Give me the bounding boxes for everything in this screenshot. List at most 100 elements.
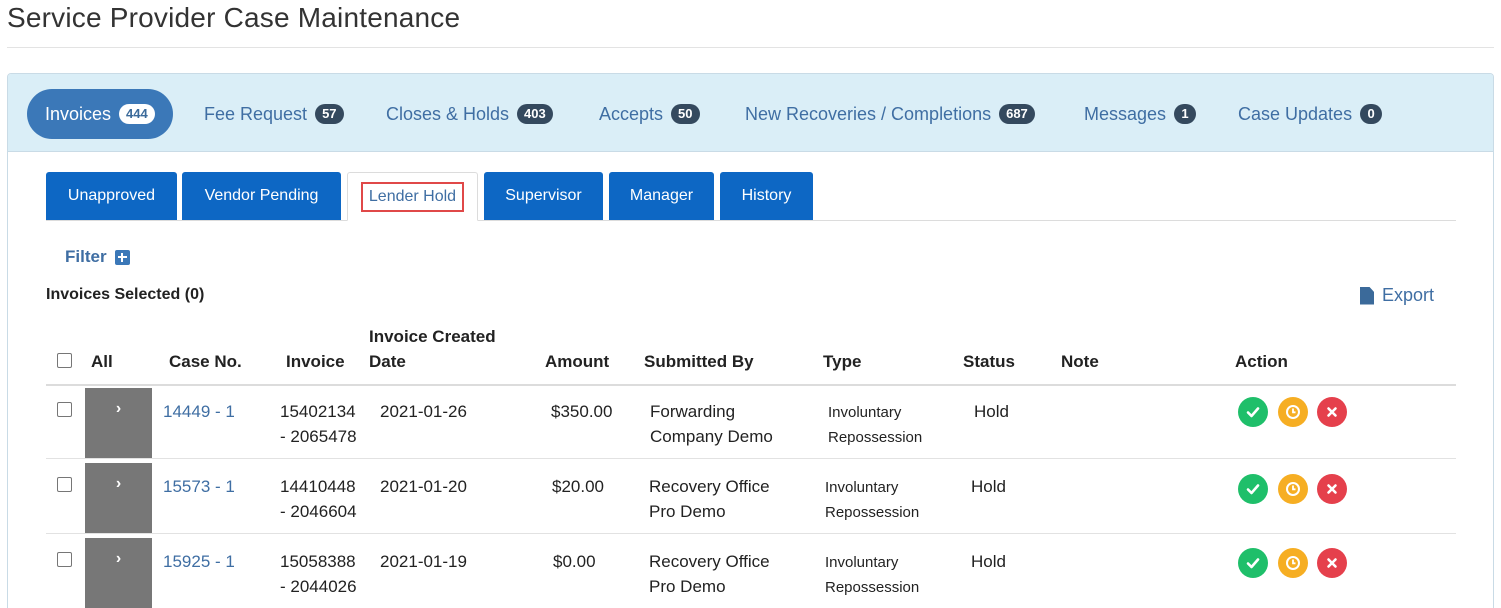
- submitted-line: Company Demo: [650, 427, 773, 446]
- tab-label: Invoices: [45, 103, 112, 124]
- subtab-lender-hold[interactable]: Lender Hold: [347, 172, 478, 221]
- subtab-unapproved[interactable]: Unapproved: [46, 172, 177, 220]
- tab-label: New Recoveries / Completions: [745, 103, 992, 124]
- submitted-line: Forwarding: [650, 402, 736, 421]
- approve-button[interactable]: [1238, 474, 1268, 504]
- row-expand-button[interactable]: ›: [85, 388, 152, 458]
- count-badge: 57: [315, 104, 344, 124]
- submitted-line: Recovery Office: [649, 477, 770, 496]
- tab-fee-request[interactable]: Fee Request 57: [186, 89, 362, 139]
- x-circle-icon: [1327, 407, 1337, 417]
- invoice-line: - 2044026: [280, 577, 357, 596]
- amount: $20.00: [552, 477, 604, 496]
- export-button[interactable]: Export: [1360, 285, 1434, 306]
- row-divider: [46, 458, 1456, 459]
- file-icon: [1360, 286, 1374, 305]
- status: Hold: [971, 477, 1006, 496]
- count-badge: 444: [119, 104, 155, 124]
- clock-circle-icon: [1286, 482, 1300, 496]
- x-circle-icon: [1327, 484, 1337, 494]
- type-line: Repossession: [828, 429, 923, 446]
- subtab-supervisor[interactable]: Supervisor: [484, 172, 603, 220]
- invoices-panel: Invoices 444 Fee Request 57 Closes & Hol…: [7, 73, 1494, 608]
- tab-invoices[interactable]: Invoices 444: [27, 89, 173, 139]
- case-no-link[interactable]: 14449 - 1: [163, 399, 235, 424]
- amount: $350.00: [551, 402, 613, 421]
- header-divider: [46, 384, 1456, 386]
- tab-label: Accepts: [599, 103, 664, 124]
- row-checkbox[interactable]: [57, 402, 72, 417]
- invoices-selected-count: Invoices Selected (0): [46, 286, 205, 303]
- hold-button[interactable]: [1278, 397, 1308, 427]
- count-badge: 403: [517, 104, 553, 124]
- select-all-checkbox[interactable]: [57, 353, 72, 368]
- header-invoice-created-date[interactable]: Invoice Created Date: [369, 324, 496, 374]
- clock-circle-icon: [1286, 405, 1300, 419]
- subtab-label: Supervisor: [505, 187, 582, 204]
- row-checkbox[interactable]: [57, 552, 72, 567]
- type-line: Involuntary: [825, 554, 899, 571]
- hold-button[interactable]: [1278, 548, 1308, 578]
- reject-button[interactable]: [1317, 474, 1347, 504]
- subtab-manager[interactable]: Manager: [609, 172, 714, 220]
- invoice-line: 15402134: [280, 402, 356, 421]
- tab-case-updates[interactable]: Case Updates 0: [1220, 89, 1400, 139]
- case-no-link[interactable]: 15925 - 1: [163, 549, 235, 574]
- header-type[interactable]: Type: [823, 349, 861, 374]
- approve-button[interactable]: [1238, 397, 1268, 427]
- hold-button[interactable]: [1278, 474, 1308, 504]
- subtab-label: Lender Hold: [360, 181, 465, 212]
- subtab-label: Unapproved: [67, 187, 156, 204]
- type-line: Repossession: [825, 579, 920, 596]
- row-checkbox[interactable]: [57, 477, 72, 492]
- header-case-no[interactable]: Case No.: [169, 349, 242, 374]
- chevron-right-icon: ›: [115, 550, 122, 567]
- invoice-number: 15058388 - 2044026: [280, 549, 357, 599]
- chevron-right-icon: ›: [115, 475, 122, 492]
- tab-messages[interactable]: Messages 1: [1066, 89, 1214, 139]
- status: Hold: [971, 552, 1006, 571]
- amount: $0.00: [553, 552, 596, 571]
- tab-label: Messages: [1084, 103, 1167, 124]
- check-circle-icon: [1246, 407, 1260, 418]
- header-amount[interactable]: Amount: [545, 349, 609, 374]
- subtab-label: Manager: [629, 187, 694, 204]
- sub-tab-bar: Unapproved Vendor Pending Lender Hold Su…: [46, 172, 1456, 221]
- case-type: Involuntary Repossession: [828, 400, 922, 450]
- submitted-line: Pro Demo: [649, 502, 726, 521]
- row-expand-button[interactable]: ›: [85, 463, 152, 533]
- title-divider: [7, 47, 1494, 48]
- tab-label: Closes & Holds: [386, 103, 510, 124]
- check-circle-icon: [1246, 484, 1260, 495]
- reject-button[interactable]: [1317, 397, 1347, 427]
- count-badge: 50: [671, 104, 700, 124]
- submitted-line: Recovery Office: [649, 552, 770, 571]
- row-expand-button[interactable]: ›: [85, 538, 152, 608]
- header-line: Invoice Created: [369, 327, 496, 346]
- tab-new-recoveries-completions[interactable]: New Recoveries / Completions 687: [727, 89, 1053, 139]
- x-circle-icon: [1327, 558, 1337, 568]
- header-note: Note: [1061, 352, 1099, 371]
- tab-closes-holds[interactable]: Closes & Holds 403: [368, 89, 571, 139]
- status: Hold: [974, 402, 1009, 421]
- created-date: 2021-01-19: [380, 552, 467, 571]
- approve-button[interactable]: [1238, 548, 1268, 578]
- filter-toggle[interactable]: Filter: [65, 247, 130, 267]
- subtab-history[interactable]: History: [720, 172, 813, 220]
- tab-accepts[interactable]: Accepts 50: [581, 89, 718, 139]
- header-submitted-by[interactable]: Submitted By: [644, 349, 754, 374]
- type-line: Involuntary: [825, 479, 899, 496]
- invoice-number: 14410448 - 2046604: [280, 474, 357, 524]
- submitted-by: Recovery Office Pro Demo: [649, 474, 770, 524]
- case-no-link[interactable]: 15573 - 1: [163, 474, 235, 499]
- subtab-label: History: [741, 187, 792, 204]
- top-tab-bar: Invoices 444 Fee Request 57 Closes & Hol…: [8, 74, 1493, 152]
- reject-button[interactable]: [1317, 548, 1347, 578]
- subtab-label: Vendor Pending: [204, 187, 319, 204]
- header-status[interactable]: Status: [963, 349, 1015, 374]
- subtab-vendor-pending[interactable]: Vendor Pending: [182, 172, 341, 220]
- submitted-by: Forwarding Company Demo: [650, 399, 773, 449]
- header-invoice[interactable]: Invoice: [286, 349, 345, 374]
- page-title: Service Provider Case Maintenance: [7, 2, 461, 33]
- invoice-line: - 2046604: [280, 502, 357, 521]
